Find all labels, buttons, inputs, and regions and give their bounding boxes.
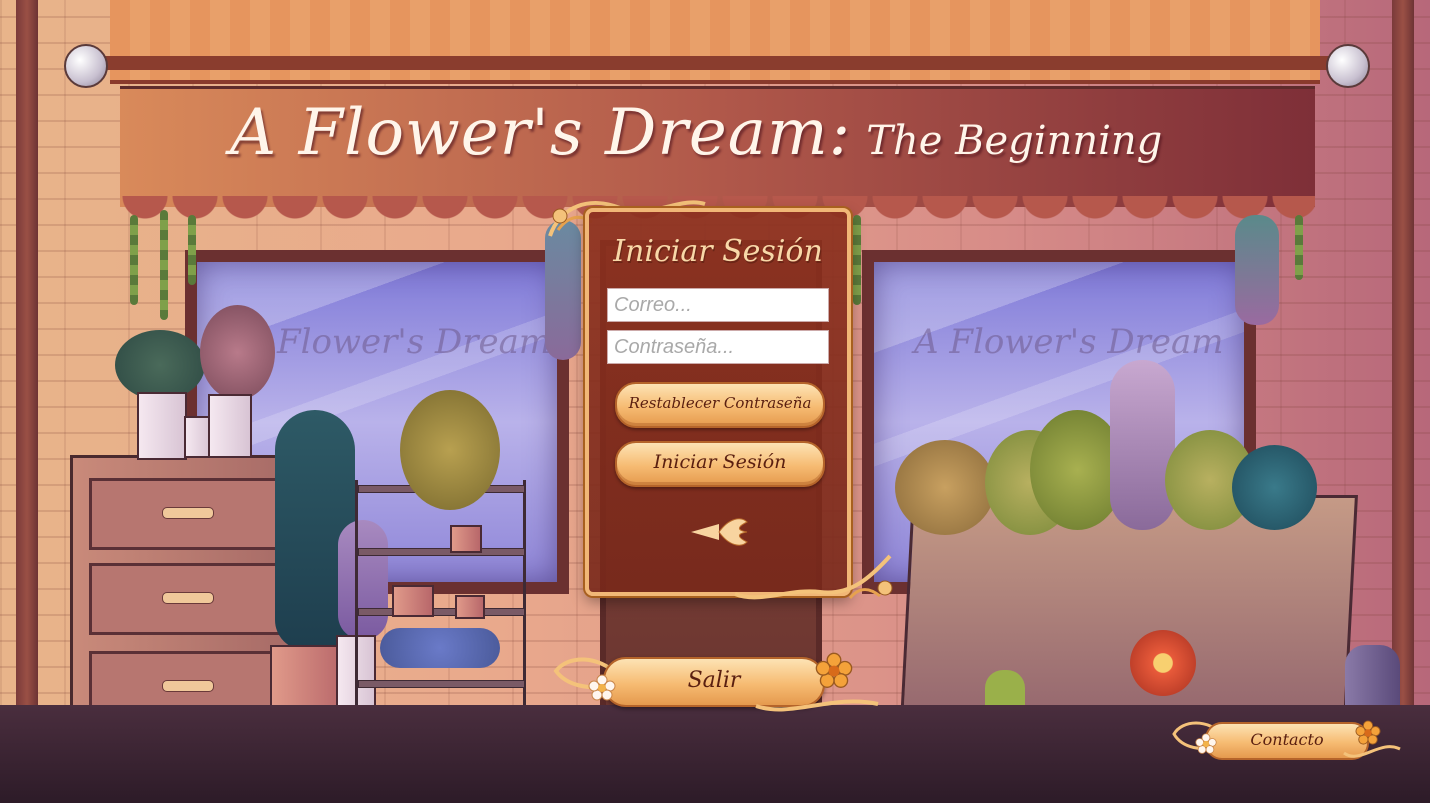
hanging-vine	[188, 215, 196, 285]
game-title: A Flower's Dream: The Beginning	[230, 96, 1162, 196]
potted-plant	[200, 305, 275, 400]
awning-top	[110, 0, 1320, 84]
login-panel: Iniciar Sesión Restablecer Contraseña In…	[585, 208, 851, 596]
hanging-vine	[130, 215, 138, 305]
violet-flowers	[380, 628, 500, 668]
ornament-exit-right	[755, 699, 879, 712]
trailing-plant	[400, 390, 500, 510]
orange-flower-icon	[815, 652, 853, 688]
shelf-bar	[358, 608, 525, 616]
shelf-bar	[358, 548, 525, 556]
hanging-vine	[853, 215, 861, 305]
left-window-lettering: Flower's Dream	[277, 322, 552, 362]
lavender-plant	[1110, 360, 1175, 530]
game-title-main: A Flower's Dream:	[230, 96, 852, 170]
ornament-bottom-right	[734, 554, 893, 600]
arrow-left-icon[interactable]	[689, 512, 759, 552]
drawer-knob	[162, 507, 214, 519]
login-heading: Iniciar Sesión	[613, 234, 823, 269]
login-button-label: Iniciar Sesión	[653, 451, 787, 473]
right-pillar	[1392, 0, 1414, 720]
drawer-knob	[162, 680, 214, 692]
terracotta-pot	[455, 595, 485, 619]
ornament-contact-right	[1343, 745, 1401, 758]
exit-button-label: Salir	[687, 668, 741, 693]
shelf-bar	[358, 680, 525, 688]
white-flower-icon	[588, 674, 616, 701]
drawer-knob	[162, 592, 214, 604]
right-window-lettering: A Flower's Dream	[914, 322, 1224, 362]
hanging-vine	[1295, 215, 1303, 280]
game-title-sub: The Beginning	[866, 118, 1163, 164]
reset-password-button[interactable]: Restablecer Contraseña	[615, 382, 825, 428]
rod-end-left	[64, 44, 108, 88]
hanging-plant-right	[1235, 215, 1279, 325]
potted-plant	[115, 330, 205, 400]
awning-rod	[80, 56, 1350, 70]
white-pot	[137, 392, 187, 460]
reset-password-label: Restablecer Contraseña	[628, 394, 812, 412]
contact-button-label: Contacto	[1250, 730, 1324, 749]
left-pillar	[16, 0, 38, 720]
drawer	[89, 563, 285, 635]
login-button[interactable]: Iniciar Sesión	[615, 441, 825, 487]
white-flower-icon	[1195, 733, 1217, 754]
red-flower	[1130, 630, 1196, 696]
drawer	[89, 478, 285, 550]
terracotta-pot	[450, 525, 482, 553]
email-input[interactable]	[607, 288, 829, 322]
succulent	[1232, 445, 1317, 530]
hanging-vine	[160, 210, 168, 320]
succulent	[895, 440, 995, 535]
terracotta-pot	[392, 585, 434, 617]
password-input[interactable]	[607, 330, 829, 364]
white-pot	[208, 394, 252, 458]
rod-end-right	[1326, 44, 1370, 88]
